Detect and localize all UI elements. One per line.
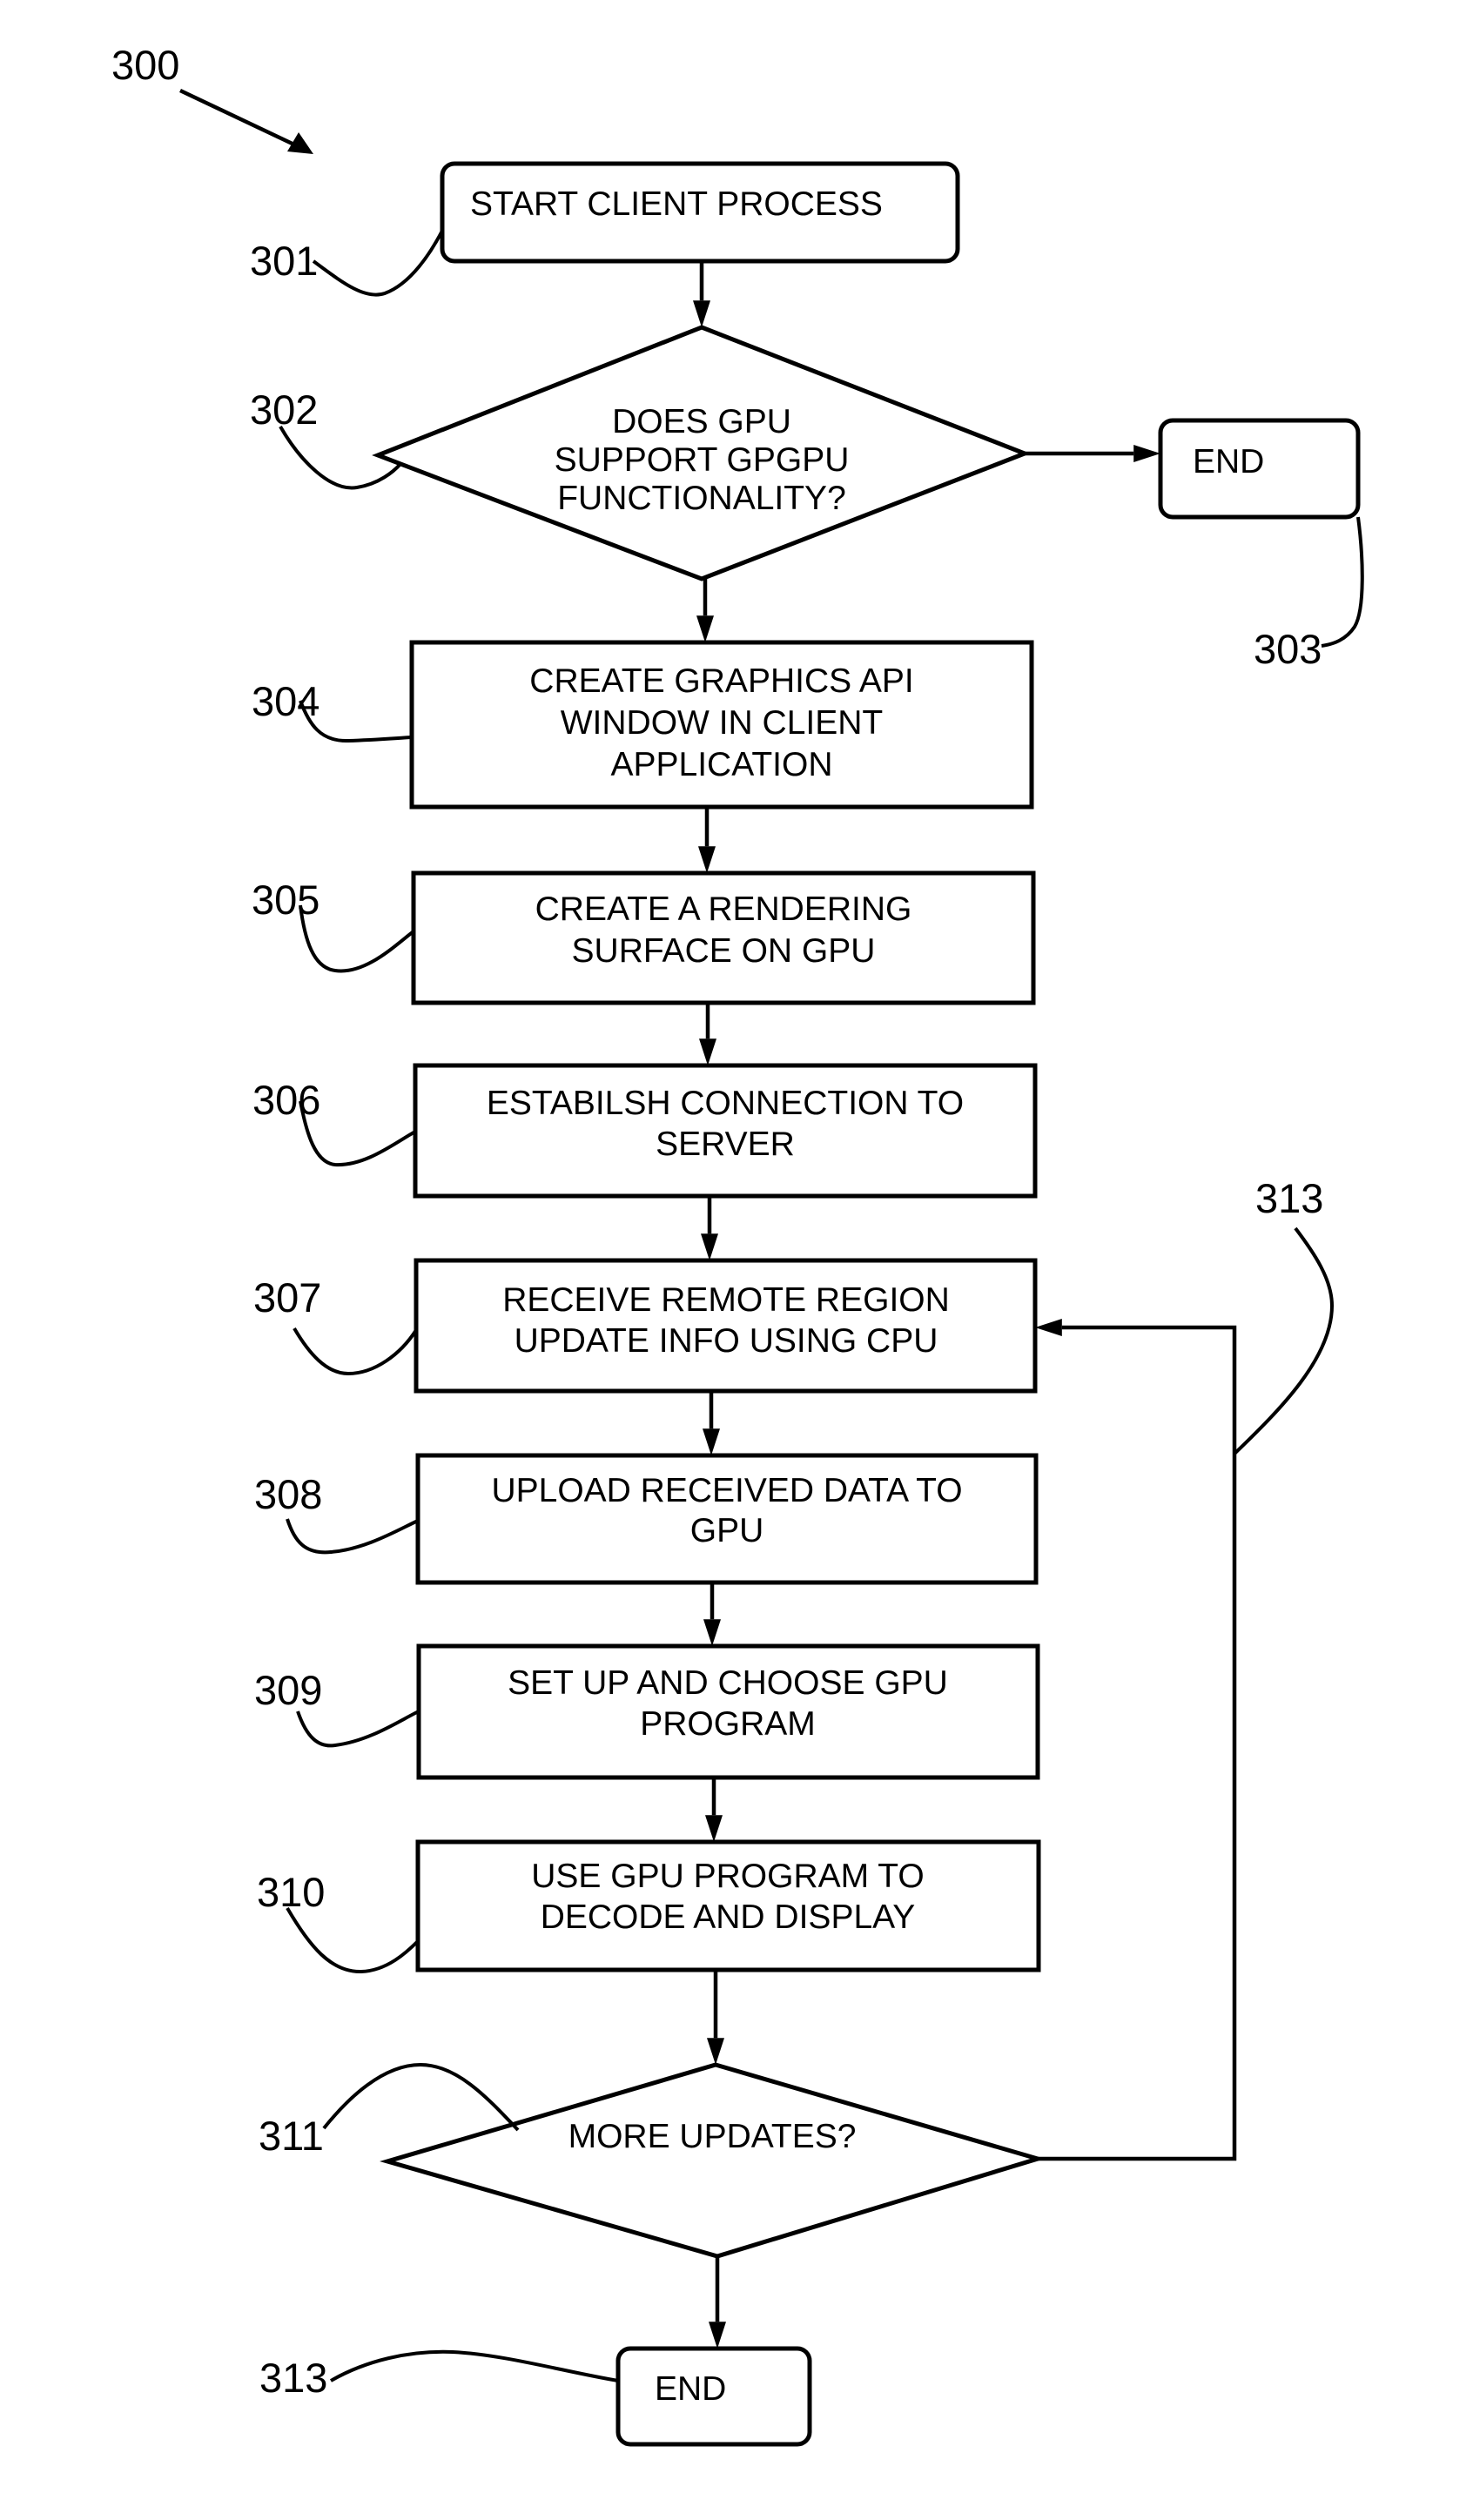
arrow-301-to-302 — [693, 261, 710, 327]
process-307-line-1: RECEIVE REMOTE REGION — [502, 1281, 950, 1319]
arrow-301-to-302-arrowhead — [693, 300, 710, 327]
leader-line-308 — [286, 1518, 419, 1555]
arrow-308-to-309-arrowhead — [703, 1619, 721, 1646]
process-310-line-1: USE GPU PROGRAM TO — [531, 1858, 924, 1895]
ref-label-305: 305 — [252, 877, 319, 923]
arrow-304-to-305-arrowhead — [698, 846, 716, 873]
ref-label-309: 309 — [254, 1667, 322, 1713]
arrow-302-to-303 — [1025, 445, 1160, 462]
decision-302-line-3: FUNCTIONALITY? — [557, 480, 846, 517]
step-end-final: END — [615, 2346, 812, 2447]
ref-label-313-loop: 313 — [1255, 1175, 1323, 1221]
arrow-311-to-313 — [709, 2256, 726, 2349]
ref-label-306: 306 — [252, 1077, 320, 1123]
leader-line-311 — [322, 2062, 520, 2132]
ref-label-307: 307 — [253, 1274, 321, 1320]
step-choose-program: SET UP AND CHOOSE GPU PROGRAM — [416, 1643, 1040, 1780]
end-303-text: END — [1193, 443, 1264, 480]
step-decode-display: USE GPU PROGRAM TO DECODE AND DISPLAY — [415, 1839, 1041, 1972]
ref-label-303: 303 — [1254, 626, 1322, 672]
step-gpgpu-decision: DOES GPU SUPPORT GPGPU FUNCTIONALITY? — [372, 325, 1031, 581]
ref-label-311: 311 — [259, 2113, 324, 2159]
arrow-311-loop-to-307-line — [1038, 1325, 1237, 2161]
process-308-line-2: GPU — [690, 1512, 764, 1549]
process-308-line-1: UPLOAD RECEIVED DATA TO — [491, 1472, 962, 1509]
step-more-updates-decision: MORE UPDATES? — [380, 2062, 1046, 2259]
leader-line-313-end — [330, 2349, 619, 2382]
step-start-client-process: START CLIENT PROCESS — [440, 161, 960, 264]
arrow-302-to-303-arrowhead — [1133, 445, 1160, 462]
decision-311-text: MORE UPDATES? — [568, 2118, 857, 2155]
process-304-line-3: APPLICATION — [610, 746, 832, 783]
arrow-304-to-305 — [698, 807, 716, 873]
start-text: START CLIENT PROCESS — [470, 185, 883, 223]
arrow-311-loop-to-307-arrowhead — [1035, 1319, 1062, 1336]
step-receive-update: RECEIVE REMOTE REGION UPDATE INFO USING … — [414, 1258, 1038, 1394]
flowchart-canvas: 300 START CLIENT PROCESS 301 DOES GPU SU… — [111, 42, 1364, 2447]
arrow-302-to-304-arrowhead — [696, 615, 714, 642]
process-305-line-2: SURFACE ON GPU — [572, 932, 876, 970]
end-313-text: END — [655, 2370, 726, 2408]
leader-line-309 — [296, 1710, 420, 1748]
step-connect-server: ESTABILSH CONNECTION TO SERVER — [413, 1063, 1038, 1199]
decision-302-line-2: SUPPORT GPGPU — [555, 441, 850, 479]
step-create-surface: CREATE A RENDERING SURFACE ON GPU — [411, 870, 1036, 1005]
leader-line-303 — [1321, 516, 1364, 648]
process-309-line-2: PROGRAM — [640, 1705, 816, 1743]
arrow-309-to-310-arrowhead — [705, 1815, 723, 1842]
figure-reference-arrow — [179, 88, 313, 154]
arrow-310-to-311 — [707, 1970, 724, 2065]
step-create-window: CREATE GRAPHICS API WINDOW IN CLIENT APP… — [409, 640, 1034, 810]
leader-line-307 — [293, 1327, 418, 1376]
leader-line-301 — [312, 230, 444, 297]
leader-line-313-loop — [1233, 1226, 1335, 1455]
process-309-line-1: SET UP AND CHOOSE GPU — [508, 1664, 948, 1702]
leader-line-310 — [286, 1906, 420, 1974]
decision-302-line-1: DOES GPU — [612, 403, 791, 440]
decision-diamond-311 — [380, 2062, 1046, 2259]
ref-label-310: 310 — [257, 1869, 325, 1915]
ref-label-313-end: 313 — [259, 2355, 327, 2401]
process-305-line-1: CREATE A RENDERING — [535, 890, 912, 928]
process-306-line-2: SERVER — [656, 1126, 795, 1163]
process-306-line-1: ESTABILSH CONNECTION TO — [487, 1085, 964, 1122]
arrow-302-to-304 — [696, 579, 714, 642]
process-304-line-2: WINDOW IN CLIENT — [561, 704, 883, 742]
arrow-311-loop-to-307 — [1035, 1319, 1237, 2161]
arrow-306-to-307-arrowhead — [701, 1233, 718, 1260]
step-end-unsupported: END — [1158, 418, 1361, 520]
arrow-307-to-308-arrowhead — [703, 1428, 720, 1455]
step-upload-data: UPLOAD RECEIVED DATA TO GPU — [415, 1453, 1039, 1585]
arrow-306-to-307 — [701, 1196, 718, 1260]
process-310-line-2: DECODE AND DISPLAY — [541, 1898, 916, 1936]
arrow-307-to-308 — [703, 1391, 720, 1455]
arrow-310-to-311-arrowhead — [707, 2038, 724, 2065]
process-307-line-2: UPDATE INFO USING CPU — [515, 1322, 938, 1360]
ref-label-308: 308 — [254, 1471, 322, 1517]
process-304-line-1: CREATE GRAPHICS API — [529, 662, 913, 700]
arrow-308-to-309 — [703, 1583, 721, 1646]
arrow-309-to-310 — [705, 1777, 723, 1842]
arrow-311-to-313-arrowhead — [709, 2322, 726, 2349]
ref-label-302: 302 — [250, 386, 318, 433]
arrow-305-to-306 — [699, 1003, 716, 1065]
arrow-305-to-306-arrowhead — [699, 1038, 716, 1065]
ref-label-301: 301 — [250, 238, 318, 284]
figure-reference-label: 300 — [111, 42, 179, 88]
